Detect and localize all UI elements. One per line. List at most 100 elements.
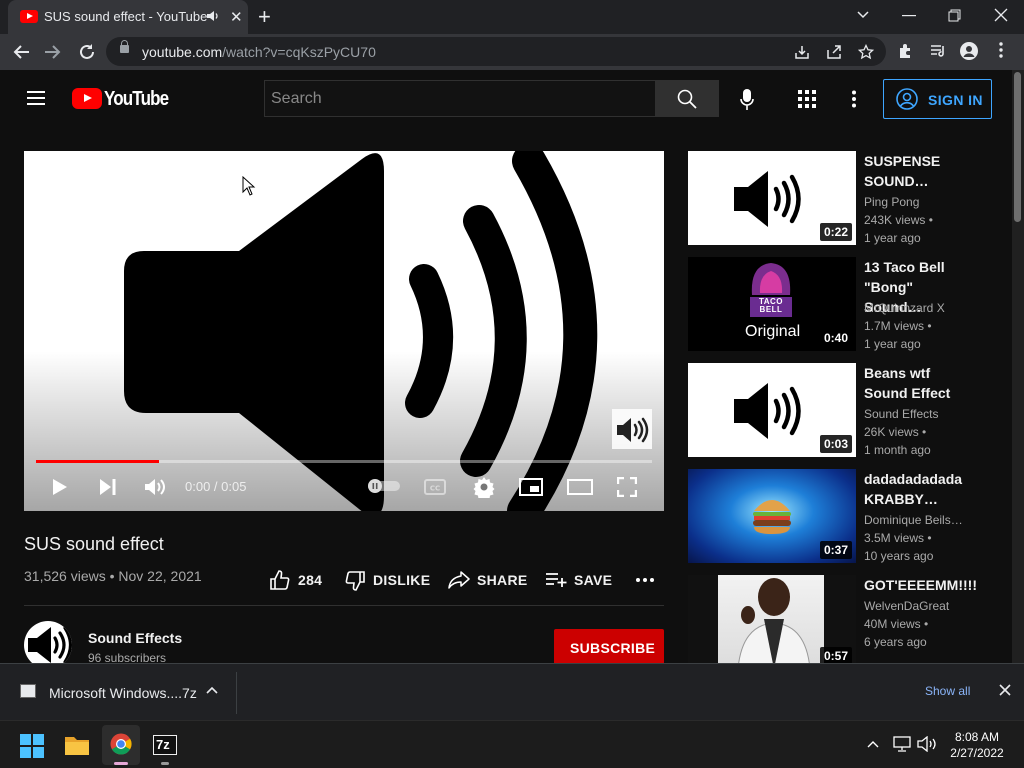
new-tab-button[interactable]: + — [258, 4, 271, 30]
youtube-logo-text[interactable]: YouTube — [104, 88, 169, 111]
network-icon[interactable] — [893, 736, 911, 752]
youtube-logo-icon[interactable] — [72, 88, 102, 109]
extensions-icon[interactable] — [897, 42, 915, 60]
recommendation-title[interactable]: SUSPENSE SOUND… — [864, 151, 974, 191]
recommendation-thumbnail[interactable]: 0:57 — [688, 575, 856, 669]
media-controls-icon[interactable] — [929, 42, 947, 60]
clock-time: 8:08 AM — [954, 730, 1000, 744]
share-button[interactable]: SHARE — [448, 570, 528, 590]
browser-tab-strip: SUS sound effect - YouTube ✕ + — [0, 0, 1024, 34]
mute-volume-icon[interactable] — [144, 477, 166, 497]
recommendation-age: 10 years ago — [864, 549, 934, 563]
subscribe-label: SUBSCRIBE — [570, 640, 656, 656]
recommendation-channel[interactable]: WelvenDaGreat — [864, 599, 949, 613]
recommendation-age: 6 years ago — [864, 635, 927, 649]
search-button[interactable] — [656, 80, 719, 117]
7zip-taskbar-button[interactable]: 7z — [146, 725, 184, 765]
lock-icon[interactable] — [120, 40, 129, 53]
subscribe-button[interactable]: SUBSCRIBE — [554, 629, 664, 665]
settings-more-icon[interactable] — [851, 90, 857, 108]
fullscreen-icon[interactable] — [617, 477, 637, 497]
clock-date: 2/27/2022 — [950, 746, 1004, 760]
recommendation-title[interactable]: GOT'EEEEMM!!!! — [864, 575, 984, 595]
speaker-thumbnail-icon — [734, 383, 801, 439]
recommendation-item[interactable]: 0:37 dadadadadada KRABBY… Dominique Beil… — [688, 469, 988, 565]
autoplay-toggle-icon[interactable] — [367, 479, 401, 493]
system-volume-icon[interactable] — [917, 736, 937, 752]
tab-audio-icon[interactable] — [206, 9, 220, 23]
restore-icon[interactable] — [948, 9, 961, 22]
reload-icon[interactable] — [78, 43, 96, 61]
url-host: youtube.com — [142, 44, 223, 60]
video-player[interactable]: 0:00 / 0:05 CC — [24, 151, 664, 511]
recommendation-thumbnail[interactable]: 0:37 — [688, 469, 856, 563]
install-app-icon[interactable] — [794, 44, 810, 60]
recommendation-views: 243K views • — [864, 213, 933, 227]
youtube-header: YouTube SIGN IN — [0, 70, 1012, 126]
file-explorer-button[interactable] — [58, 725, 96, 765]
back-icon[interactable] — [12, 44, 30, 60]
recommendation-title[interactable]: Beans wtf Sound Effect — [864, 363, 974, 403]
recommendation-thumbnail[interactable]: 0:03 — [688, 363, 856, 457]
youtube-apps-icon[interactable] — [798, 90, 816, 108]
guide-menu-icon[interactable] — [27, 91, 45, 105]
show-hidden-icons-chevron-icon[interactable] — [867, 740, 879, 748]
recommendation-views: 40M views • — [864, 617, 929, 631]
recommendation-age: 1 year ago — [864, 231, 921, 245]
chrome-menu-icon[interactable] — [999, 42, 1003, 58]
search-input[interactable] — [265, 81, 655, 116]
download-options-chevron-icon[interactable] — [206, 686, 218, 694]
tab-search-chevron-icon[interactable] — [856, 10, 870, 20]
progress-bar[interactable] — [36, 460, 652, 463]
youtube-favicon-icon — [20, 10, 38, 23]
share-label: SHARE — [477, 572, 528, 588]
miniplayer-icon[interactable] — [519, 478, 543, 496]
address-bar[interactable]: youtube.com/watch?v=cqKszPyCU70 — [106, 37, 886, 66]
channel-avatar[interactable] — [24, 621, 72, 669]
like-count: 284 — [298, 572, 323, 588]
recommendation-title[interactable]: dadadadadada KRABBY… — [864, 469, 974, 509]
bookmark-star-icon[interactable] — [858, 44, 874, 60]
next-icon[interactable] — [99, 478, 117, 496]
browser-tab[interactable]: SUS sound effect - YouTube ✕ — [8, 0, 248, 34]
sign-in-button[interactable]: SIGN IN — [883, 79, 992, 119]
recommendation-age: 1 year ago — [864, 337, 921, 351]
forward-icon[interactable] — [44, 44, 62, 60]
chrome-taskbar-button[interactable] — [102, 725, 140, 765]
subtitles-icon[interactable]: CC — [424, 479, 446, 495]
start-button[interactable] — [13, 725, 51, 765]
show-all-downloads-link[interactable]: Show all — [925, 684, 970, 698]
recommendation-item[interactable]: 0:03 Beans wtf Sound Effect Sound Effect… — [688, 363, 988, 459]
download-shelf: Microsoft Windows....7z Show all — [0, 663, 1024, 720]
search-box[interactable] — [264, 80, 656, 117]
channel-name[interactable]: Sound Effects — [88, 630, 182, 646]
chrome-icon — [110, 733, 132, 755]
recommendation-channel[interactable]: Dominique Beils… — [864, 513, 963, 527]
system-clock[interactable]: 8:08 AM 2/27/2022 — [945, 729, 1009, 761]
close-download-shelf-icon[interactable] — [998, 683, 1012, 697]
profile-avatar-icon[interactable] — [960, 42, 978, 60]
more-actions-icon[interactable] — [636, 578, 654, 582]
folder-icon — [65, 737, 89, 755]
recommendation-thumbnail[interactable]: 0:22 — [688, 151, 856, 245]
play-icon[interactable] — [52, 478, 68, 496]
like-button[interactable]: 284 — [270, 570, 330, 590]
share-page-icon[interactable] — [826, 44, 842, 60]
dislike-button[interactable]: DISLIKE — [345, 570, 431, 591]
recommendation-item[interactable]: TACO BELL Original 0:40 13 Taco Bell "Bo… — [688, 257, 988, 353]
page-scrollbar-thumb[interactable] — [1014, 72, 1021, 222]
voice-search-button[interactable] — [730, 82, 764, 116]
recommendation-item[interactable]: 0:57 GOT'EEEEMM!!!! WelvenDaGreat 40M vi… — [688, 575, 988, 671]
recommendation-channel[interactable]: Sound Effects — [864, 407, 939, 421]
recommendation-thumbnail[interactable]: TACO BELL Original 0:40 — [688, 257, 856, 351]
recommendation-channel[interactable]: MrQuinnzard X — [864, 301, 945, 315]
minimize-icon[interactable] — [902, 15, 916, 17]
close-window-icon[interactable] — [994, 8, 1008, 22]
theater-mode-icon[interactable] — [567, 479, 593, 495]
download-filename[interactable]: Microsoft Windows....7z — [49, 685, 197, 701]
recommendation-item[interactable]: 0:22 SUSPENSE SOUND… Ping Pong 243K view… — [688, 151, 988, 247]
tab-close-icon[interactable]: ✕ — [230, 8, 243, 26]
save-button[interactable]: SAVE — [545, 570, 615, 590]
settings-gear-icon[interactable] — [473, 476, 495, 498]
recommendation-channel[interactable]: Ping Pong — [864, 195, 919, 209]
